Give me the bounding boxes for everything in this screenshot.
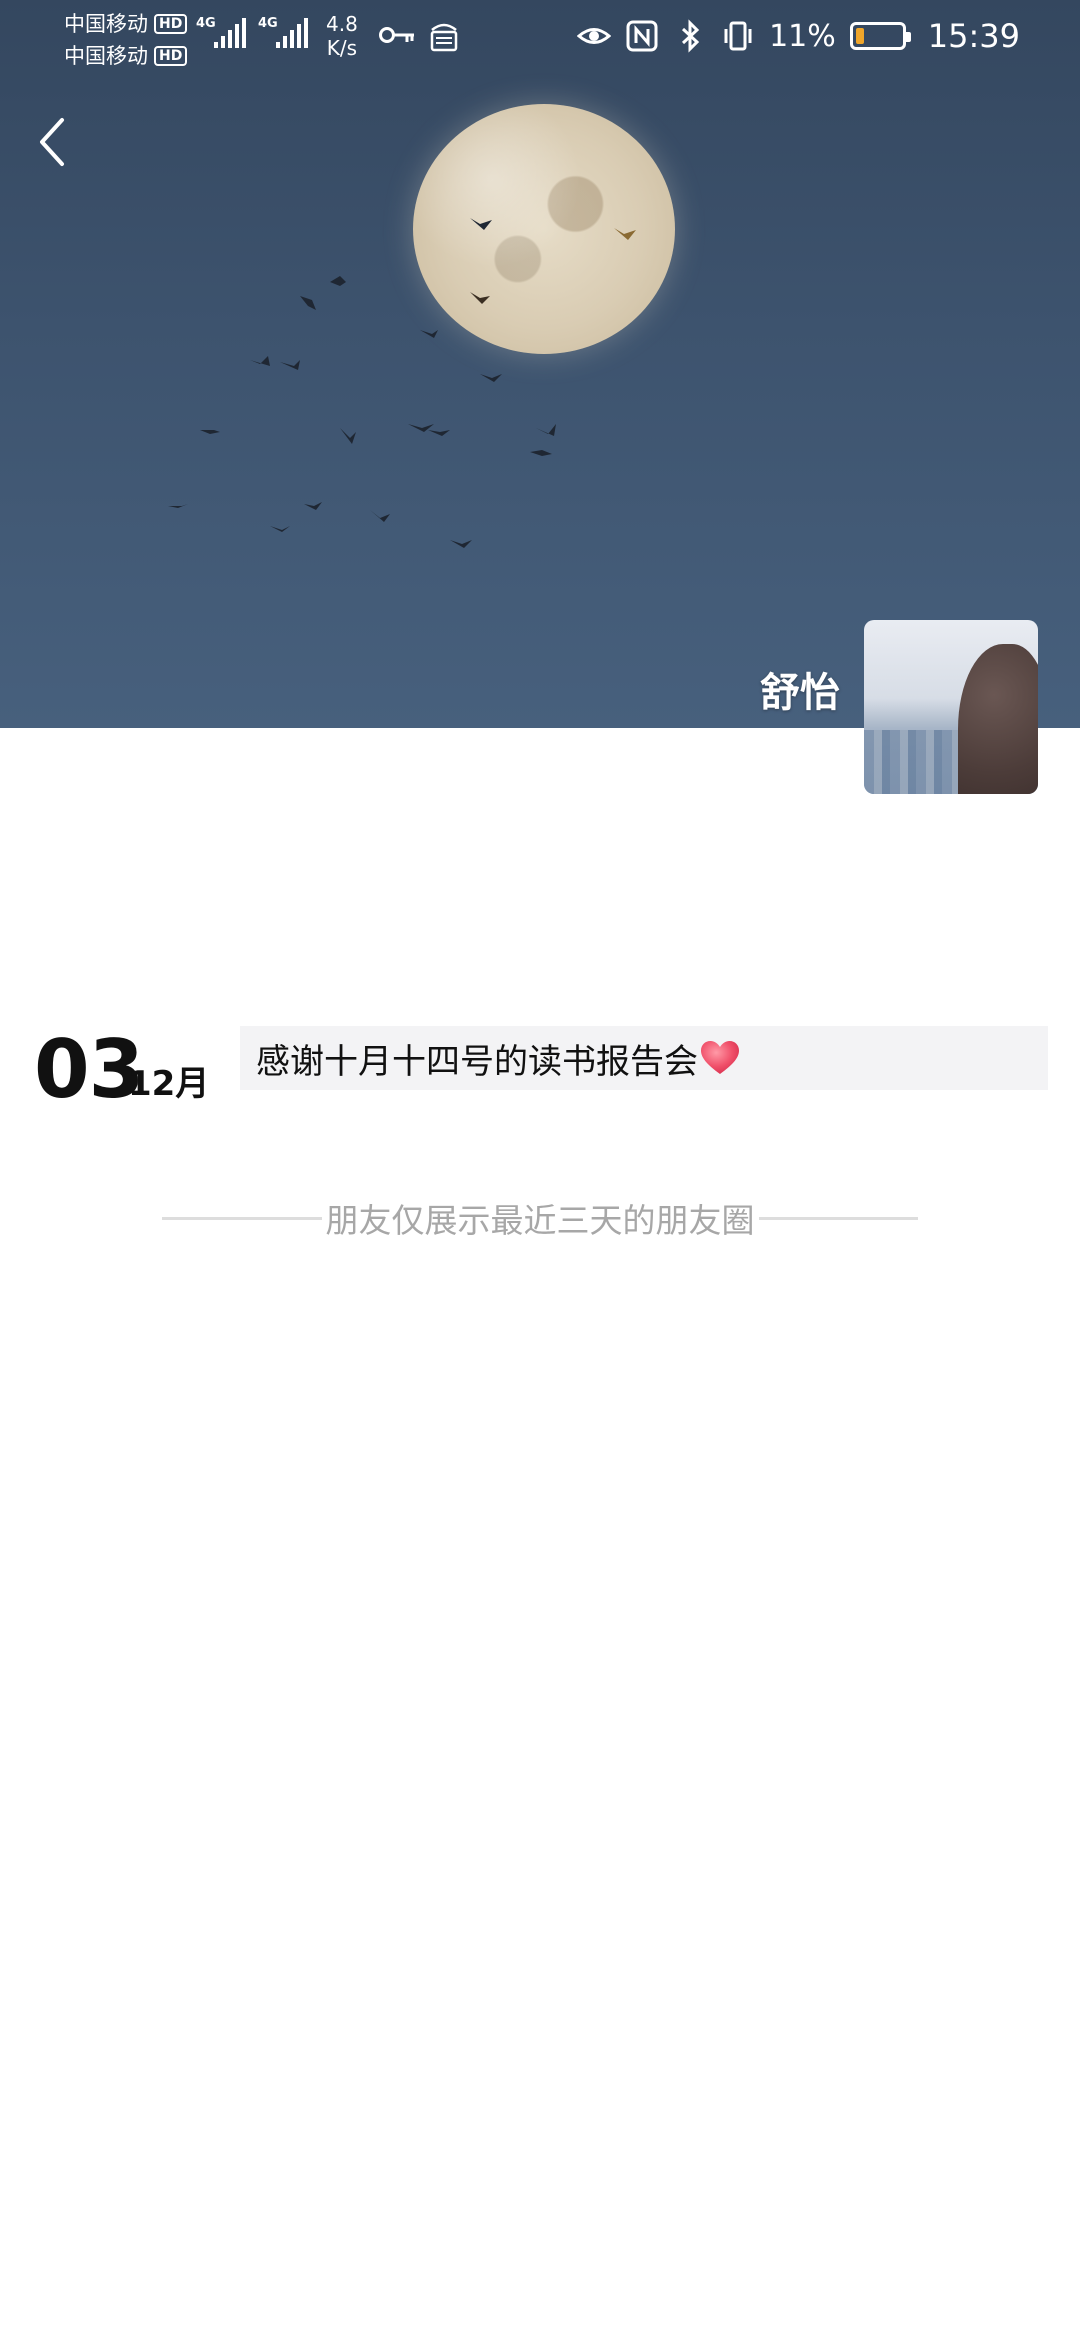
heart-icon bbox=[701, 1041, 739, 1074]
battery-icon bbox=[849, 22, 911, 50]
nfc-icon bbox=[626, 20, 658, 52]
network-type: 4G bbox=[196, 16, 216, 31]
net-speed-value: 4.8 bbox=[326, 12, 358, 36]
post-date-day: 03 bbox=[34, 1023, 144, 1116]
vpn-icon bbox=[430, 23, 458, 52]
bluetooth-icon bbox=[682, 19, 700, 53]
back-button[interactable] bbox=[28, 110, 76, 174]
divider-line bbox=[758, 1216, 918, 1220]
hd-badge: HD bbox=[154, 46, 188, 66]
divider-line bbox=[162, 1216, 322, 1220]
network-speed: 4.8 K/s bbox=[326, 12, 358, 60]
carrier-name: 中国移动 bbox=[64, 12, 148, 36]
signal-icon: 4G bbox=[196, 16, 246, 52]
user-name: 舒怡 bbox=[760, 670, 840, 716]
network-type: 4G bbox=[258, 16, 278, 31]
eye-icon bbox=[577, 28, 612, 44]
signal-indicators: 4G 4G bbox=[196, 16, 308, 52]
status-right: 11% 15:39 bbox=[577, 16, 1020, 56]
carrier-info: 中国移动 HD 中国移动 HD bbox=[64, 8, 188, 72]
moments-limit-notice: 朋友仅展示最近三天的朋友圈 bbox=[162, 1194, 918, 1242]
carrier-name: 中国移动 bbox=[64, 44, 148, 68]
battery-percent: 11% bbox=[769, 18, 836, 54]
vibrate-icon bbox=[724, 21, 752, 51]
avatar[interactable] bbox=[864, 620, 1038, 794]
battery-fill bbox=[855, 28, 864, 44]
status-bar: 中国移动 HD 中国移动 HD 4G 4G 4.8 K/s 11% 15:39 bbox=[0, 0, 1080, 72]
key-icon bbox=[379, 27, 414, 43]
signal-icon: 4G bbox=[258, 16, 308, 52]
post-text: 感谢十月十四号的读书报告会 bbox=[256, 1041, 698, 1082]
net-speed-unit: K/s bbox=[326, 36, 358, 60]
avatar-person bbox=[958, 644, 1038, 794]
post-date-month: 12月 bbox=[128, 1064, 210, 1104]
birds-image bbox=[168, 218, 636, 548]
notice-text: 朋友仅展示最近三天的朋友圈 bbox=[325, 1201, 755, 1240]
cover-image[interactable] bbox=[0, 0, 1080, 728]
post-item[interactable]: 感谢十月十四号的读书报告会 bbox=[240, 1026, 1048, 1090]
clock: 15:39 bbox=[927, 17, 1020, 55]
hd-badge: HD bbox=[154, 14, 188, 34]
